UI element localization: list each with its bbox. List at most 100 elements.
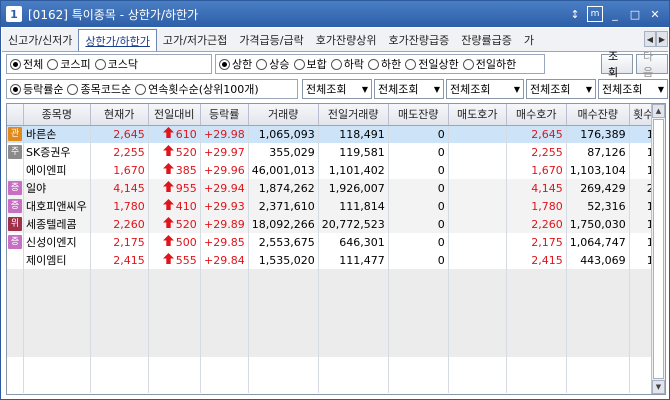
column-header[interactable]: 등락률	[200, 104, 249, 126]
radio-dot-icon[interactable]	[10, 83, 21, 95]
column-header[interactable]: 매수호가	[506, 104, 567, 126]
empty-cell	[318, 357, 389, 375]
filter-select-2[interactable]: 전체조회 ▼	[446, 79, 524, 99]
filter-select-4[interactable]: 전체조회 ▼	[598, 79, 668, 99]
table-row[interactable]: 증 신성이엔지 2,175 500 +29.85 2,553,675 646,301 0 2,1…	[7, 233, 658, 251]
status-badge: 주	[8, 145, 22, 159]
chevron-down-icon[interactable]: ▼	[655, 80, 667, 98]
radio-dot-icon[interactable]	[94, 58, 106, 70]
scroll-down-icon[interactable]: ▼	[652, 380, 665, 394]
tab-scroll-right-icon[interactable]: ▶	[656, 31, 668, 47]
table-row[interactable]: 증 일야 4,145 955 +29.94 1,874,262 1,926,007 0 4,14…	[7, 179, 658, 197]
limit-radio-3[interactable]: 하락	[330, 56, 364, 72]
stock-name[interactable]: SK증권우	[23, 143, 91, 161]
ask-qty: 0	[388, 161, 449, 179]
chevron-down-icon[interactable]: ▼	[583, 80, 595, 98]
market-radio-1[interactable]: 코스피	[47, 56, 91, 72]
scroll-thumb[interactable]	[653, 119, 664, 379]
radio-dot-icon[interactable]	[47, 58, 59, 70]
empty-cell	[388, 357, 449, 375]
bid-qty: 269,429	[566, 179, 630, 197]
empty-cell	[23, 291, 91, 313]
filter-select-3[interactable]: 전체조회 ▼	[526, 79, 596, 99]
close-icon[interactable]: ✕	[647, 6, 663, 22]
chevron-down-icon[interactable]: ▼	[359, 80, 371, 98]
radio-dot-icon[interactable]	[462, 58, 474, 70]
stock-name[interactable]: 제이엠티	[23, 251, 91, 269]
pin-icon[interactable]: ↕	[567, 6, 583, 22]
stock-name[interactable]: 바른손	[23, 125, 91, 143]
table-row[interactable]: 에이엔피 1,670 385 +29.96 46,001,013 1,101,402 0 1,…	[7, 161, 658, 179]
radio-dot-icon[interactable]	[330, 58, 342, 70]
scroll-up-icon[interactable]: ▲	[652, 104, 665, 118]
sort-radio-0[interactable]: 등락률순	[10, 81, 63, 97]
sort-radio-1[interactable]: 종목코드순	[67, 81, 131, 97]
tab-3[interactable]: 가격급등/급락	[233, 29, 309, 51]
market-radio-0[interactable]: 전체	[10, 56, 43, 72]
limit-radio-label: 하락	[343, 58, 364, 71]
restore-icon[interactable]: □	[627, 6, 643, 22]
tab-4[interactable]: 호가잔량상위	[310, 29, 383, 51]
minimize-icon[interactable]: _	[607, 6, 623, 22]
change-value: 955	[175, 181, 197, 195]
vertical-scrollbar[interactable]: ▲ ▼	[651, 104, 665, 394]
filter-select-0[interactable]: 전체조회 ▼	[302, 79, 372, 99]
column-header[interactable]: 매도잔량	[388, 104, 449, 126]
radio-dot-icon[interactable]	[67, 83, 79, 95]
change-cell: 500	[148, 233, 201, 251]
stock-name[interactable]: 일야	[23, 179, 91, 197]
column-header[interactable]: 전일거래량	[318, 104, 389, 126]
column-header[interactable]: 전일대비	[148, 104, 201, 126]
radio-dot-icon[interactable]	[293, 58, 305, 70]
tab-7[interactable]: 가	[518, 29, 540, 51]
column-header[interactable]: 매수잔량	[566, 104, 630, 126]
badge-cell: 주	[7, 143, 24, 161]
stock-name[interactable]: 세종텔레콤	[23, 215, 91, 233]
tab-5[interactable]: 호가잔량급증	[382, 29, 455, 51]
radio-dot-icon[interactable]	[405, 58, 417, 70]
limit-radio-6[interactable]: 전일하한	[462, 56, 516, 72]
table-row[interactable]: 위 세종텔레콤 2,260 520 +29.89 18,092,266 20,772,523…	[7, 215, 658, 233]
ask-price	[448, 197, 507, 215]
limit-radio-1[interactable]: 상승	[256, 56, 290, 72]
column-header[interactable]: 종목명	[23, 104, 91, 126]
tab-6[interactable]: 잔량률급증	[455, 29, 518, 51]
filter-select-1[interactable]: 전체조회 ▼	[374, 79, 444, 99]
change-cell: 520	[148, 143, 201, 161]
chevron-down-icon[interactable]: ▼	[431, 80, 443, 98]
menu-icon[interactable]: m	[587, 6, 603, 22]
column-header[interactable]: 현재가	[90, 104, 149, 126]
radio-dot-icon[interactable]	[256, 58, 268, 70]
column-header[interactable]: 거래량	[248, 104, 319, 126]
limit-radio-2[interactable]: 보합	[293, 56, 327, 72]
empty-cell	[448, 375, 507, 393]
table-row[interactable]: 증 대호피앤씨우 1,780 410 +29.93 2,371,610 111,814 0 1,…	[7, 197, 658, 215]
limit-radio-4[interactable]: 하한	[368, 56, 401, 72]
title-bar[interactable]: 1 [0162] 특이종목 - 상한가/하한가 ↕ m _ □ ✕	[1, 1, 669, 27]
sort-radio-2[interactable]: 연속횟수순(상위100개)	[135, 81, 259, 97]
tab-0[interactable]: 신고가/신저가	[2, 29, 78, 51]
radio-dot-icon[interactable]	[368, 58, 379, 70]
radio-dot-icon[interactable]	[219, 58, 230, 70]
radio-dot-icon[interactable]	[10, 58, 21, 70]
table-row[interactable]: 제이엠티 2,415 555 +29.84 1,535,020 111,477 0 2,415…	[7, 251, 658, 269]
stock-name[interactable]: 에이엔피	[23, 161, 91, 179]
limit-radio-5[interactable]: 전일상한	[405, 56, 459, 72]
volume: 1,874,262	[248, 179, 319, 197]
tab-scroll-left-icon[interactable]: ◀	[644, 31, 656, 47]
market-radio-2[interactable]: 코스닥	[94, 56, 138, 72]
chevron-down-icon[interactable]: ▼	[511, 80, 523, 98]
tab-2[interactable]: 고가/저가근접	[157, 29, 233, 51]
stock-name[interactable]: 신성이엔지	[23, 233, 91, 251]
radio-dot-icon[interactable]	[135, 83, 147, 95]
tab-1[interactable]: 상한가/하한가	[78, 29, 157, 51]
table-row[interactable]: 관 바른손 2,645 610 +29.98 1,065,093 118,491 0 2,645…	[7, 125, 658, 143]
query-button[interactable]: 조회	[601, 50, 633, 79]
bid-price: 2,255	[506, 143, 567, 161]
table-row[interactable]: 주 SK증권우 2,255 520 +29.97 355,029 119,581 0 2,255…	[7, 143, 658, 161]
limit-radio-0[interactable]: 상한	[219, 56, 252, 72]
next-button[interactable]: 다음	[636, 50, 668, 79]
status-badge: 증	[8, 235, 22, 249]
stock-name[interactable]: 대호피앤씨우	[23, 197, 91, 215]
column-header[interactable]: 매도호가	[448, 104, 507, 126]
